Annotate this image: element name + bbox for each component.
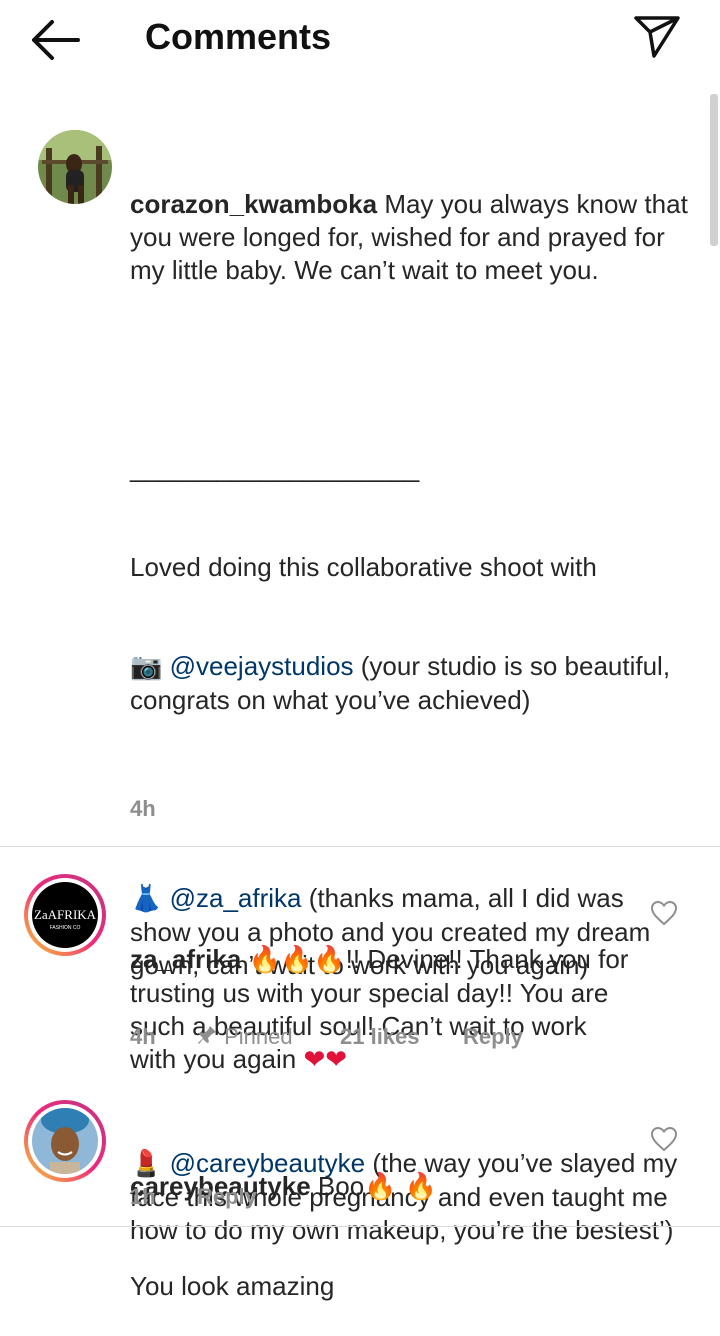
mention-veejaystudios[interactable]: @veejaystudios: [170, 651, 354, 681]
camera-icon: 📷: [130, 652, 163, 682]
header-bar: Comments: [0, 0, 720, 90]
reply-button[interactable]: Reply: [197, 1184, 257, 1210]
paper-plane-icon: [634, 16, 680, 58]
comment-username[interactable]: za_afrika: [130, 944, 241, 974]
comment-timestamp: 4h: [130, 1024, 156, 1049]
fire-emoji: 🔥🔥🔥: [248, 945, 346, 975]
heart-outline-icon: [650, 900, 678, 926]
pinned-text: Pinned: [224, 1024, 293, 1049]
scrollbar[interactable]: [710, 94, 718, 246]
caption-timestamp: 4h: [130, 796, 156, 821]
caption-username[interactable]: corazon_kwamboka: [130, 189, 377, 219]
avatar-photo: [38, 130, 112, 204]
divider: [0, 846, 720, 847]
za-afrika-logo: ZaAFRIKA FASHION CO: [32, 882, 98, 948]
like-button[interactable]: [650, 900, 678, 926]
arrow-left-icon: [32, 20, 80, 60]
share-button[interactable]: [632, 14, 682, 60]
back-button[interactable]: [30, 18, 84, 62]
caption-separator: ____________________: [130, 453, 420, 483]
avatar-photo: [32, 1108, 98, 1174]
comment-timestamp: 1h: [130, 1184, 156, 1209]
fire-emoji: 🔥 🔥: [364, 1172, 438, 1202]
comment-text: za_afrika 🔥🔥🔥!! Devine!! Thank you for t…: [130, 877, 640, 1110]
divider: [0, 1226, 720, 1227]
avatar[interactable]: [24, 1100, 106, 1182]
page-title: Comments: [145, 16, 332, 57]
reply-button[interactable]: Reply: [463, 1024, 523, 1050]
comment-body: Boo: [310, 1171, 365, 1201]
avatar[interactable]: ZaAFRIKA FASHION CO: [24, 874, 106, 956]
comment-body-second-line: You look amazing: [130, 1271, 335, 1301]
pinned-label: Pinned: [196, 1024, 293, 1050]
pin-icon: [198, 1026, 216, 1044]
caption-intro: Loved doing this collaborative shoot wit…: [130, 552, 597, 582]
avatar[interactable]: [34, 126, 116, 208]
likes-count[interactable]: 21 likes: [340, 1024, 420, 1050]
logo-subtext: FASHION CO: [50, 925, 81, 931]
logo-text: ZaAFRIKA: [34, 907, 97, 922]
like-button[interactable]: [650, 1126, 678, 1152]
heart-outline-icon: [650, 1126, 678, 1152]
comment-text: careybeautyke Boo🔥 🔥 You look amazing: [130, 1104, 640, 1336]
